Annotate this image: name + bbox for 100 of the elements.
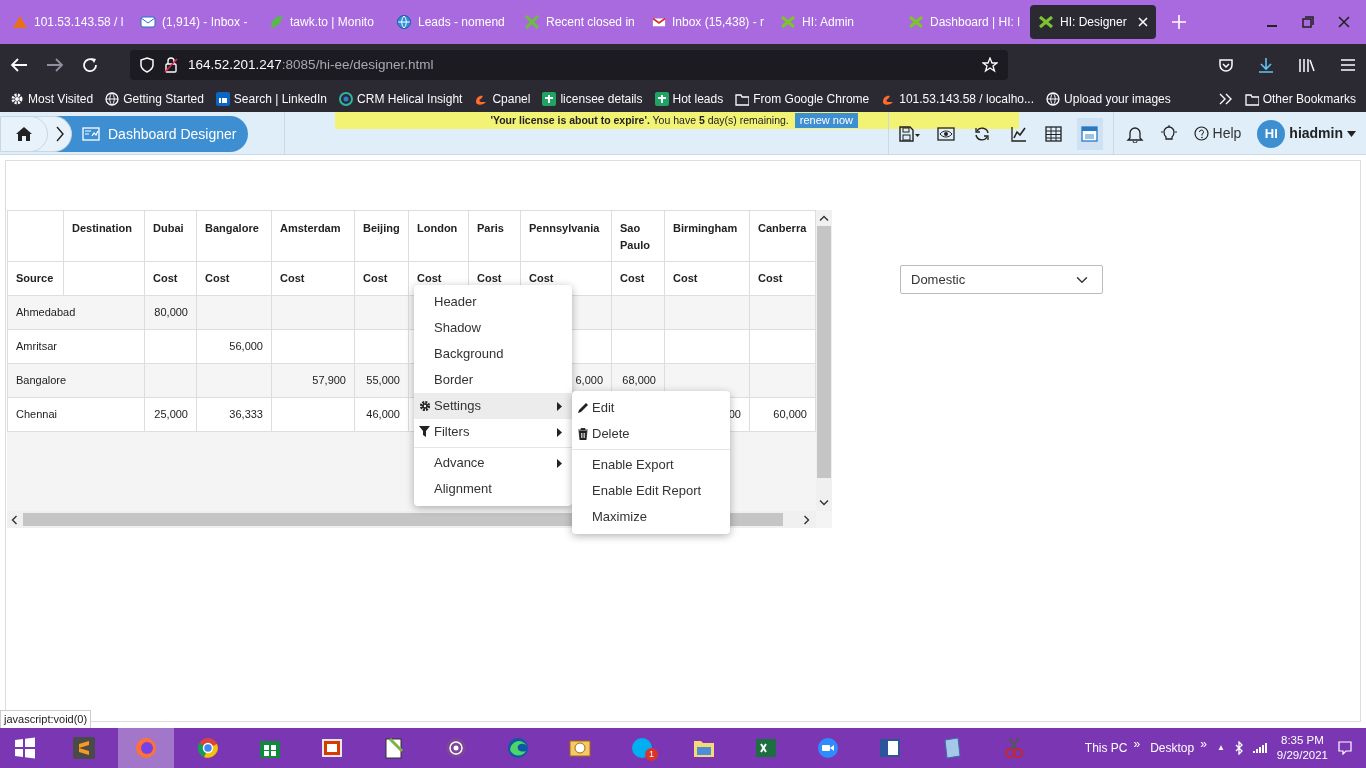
- table-cell: Bangalore: [7, 363, 145, 398]
- plus-icon[interactable]: [1172, 15, 1186, 29]
- license-message: 'Your license is about to expire'. You have 5 day(s) remaining.: [490, 112, 789, 128]
- browser-tab[interactable]: Dashboard | HI: l: [900, 5, 1028, 39]
- taskbar-app[interactable]: 1: [614, 728, 670, 768]
- arrow-left-icon[interactable]: [11, 515, 17, 525]
- plus-icon: [542, 92, 557, 106]
- chart-icon[interactable]: [1009, 125, 1026, 142]
- bookmark[interactable]: CRM Helical Insight: [357, 90, 463, 108]
- plus-icon: [654, 92, 669, 106]
- browser-tab[interactable]: tawk.to | Monito: [260, 5, 388, 39]
- browser-tab[interactable]: Inbox (15,438) - r: [644, 5, 772, 39]
- column-header: Sao Paulo: [611, 210, 665, 262]
- cross-icon: [1038, 14, 1054, 30]
- bookmark[interactable]: Getting Started: [123, 90, 204, 108]
- table-icon[interactable]: [1045, 125, 1063, 142]
- caret-icon: [557, 402, 562, 411]
- signal-icon[interactable]: [1252, 743, 1267, 753]
- layout-icon[interactable]: [1081, 125, 1099, 142]
- arrow-down-icon[interactable]: [819, 500, 829, 506]
- bookmark[interactable]: Search | LinkedIn: [233, 90, 328, 108]
- download-icon[interactable]: [1258, 57, 1274, 73]
- table-cell: 80,000: [144, 295, 197, 330]
- menu-item[interactable]: Advance: [414, 450, 572, 476]
- gear-icon: [419, 400, 431, 412]
- bookmark[interactable]: Hot leads: [672, 90, 724, 108]
- eye-icon[interactable]: [936, 125, 955, 142]
- clock-date[interactable]: 9/29/2021: [1276, 748, 1328, 763]
- menu-item[interactable]: Header: [414, 289, 572, 315]
- pencil-icon: [577, 402, 589, 414]
- clock-time[interactable]: 8:35 PM: [1276, 733, 1328, 748]
- browser-tab[interactable]: HI: Designer: [1030, 5, 1156, 39]
- browser-tab[interactable]: Leads - nomend: [388, 5, 516, 39]
- toolbar-label[interactable]: Desktop: [1150, 739, 1195, 757]
- chevron[interactable]: »: [1200, 735, 1207, 753]
- column-header: Dubai: [144, 210, 197, 262]
- scrollbar[interactable]: [816, 210, 832, 511]
- restore-icon[interactable]: [1302, 16, 1314, 28]
- menu-item[interactable]: Alignment: [414, 476, 572, 502]
- column-header: Amsterdam: [271, 210, 355, 262]
- chevron-icon[interactable]: [55, 126, 65, 142]
- address-bar[interactable]: 164.52.201.247:8085/hi-ee/designer.html: [130, 50, 1008, 80]
- bookmark[interactable]: Most Visited: [28, 90, 94, 108]
- bookmark[interactable]: 101.53.143.58 / localho...: [899, 90, 1035, 108]
- lightbulb-icon[interactable]: [1159, 124, 1178, 143]
- help-link[interactable]: Help: [1212, 123, 1242, 144]
- table-cell: Amritsar: [7, 329, 145, 364]
- bookmark[interactable]: Cpanel: [492, 90, 531, 108]
- reload-icon[interactable]: [82, 57, 98, 73]
- browser-tab[interactable]: Recent closed in: [516, 5, 644, 39]
- arrow-up-icon[interactable]: [819, 215, 829, 221]
- caret-icon[interactable]: [1347, 130, 1356, 137]
- menu-item[interactable]: Background: [414, 341, 572, 367]
- toolbar-label[interactable]: This PC: [1084, 739, 1128, 757]
- menu-item[interactable]: Edit: [572, 395, 730, 421]
- circle-icon: [134, 736, 158, 760]
- bookmark[interactable]: From Google Chrome: [753, 90, 870, 108]
- column-header: Cost: [271, 261, 355, 296]
- arrow-right-icon[interactable]: [804, 515, 810, 525]
- menu-item[interactable]: Maximize: [572, 504, 730, 530]
- menu-item[interactable]: Enable Edit Report: [572, 478, 730, 504]
- table-cell: 36,333: [196, 397, 272, 432]
- table-cell: 55,000: [354, 363, 409, 398]
- refresh-icon[interactable]: [973, 125, 990, 142]
- menu-item[interactable]: Delete: [572, 421, 730, 447]
- tray-caret[interactable]: ▲: [1216, 742, 1225, 754]
- bluetooth-icon[interactable]: [1234, 741, 1243, 755]
- column-header: Paris: [468, 210, 521, 262]
- browser-tab[interactable]: HI: Admin: [772, 5, 900, 39]
- menu-item[interactable]: Shadow: [414, 315, 572, 341]
- cross-icon: [780, 14, 796, 30]
- bookmark[interactable]: Other Bookmarks: [1262, 90, 1356, 108]
- menu-item[interactable]: Settings: [414, 393, 572, 419]
- menu-icon[interactable]: [1340, 58, 1356, 72]
- help-icon[interactable]: [1193, 126, 1209, 141]
- chevron[interactable]: »: [1133, 735, 1141, 753]
- browser-tab[interactable]: 101.53.143.58 / l: [4, 5, 132, 39]
- menu-item[interactable]: Border: [414, 367, 572, 393]
- table-cell: Chennai: [7, 397, 145, 432]
- bookmark[interactable]: Upload your images: [1064, 90, 1171, 108]
- bookmark[interactable]: licensee details: [560, 90, 643, 108]
- notification-icon[interactable]: [1338, 741, 1352, 755]
- menu-item[interactable]: Filters: [414, 419, 572, 445]
- bell-icon[interactable]: [1125, 124, 1144, 143]
- back-icon[interactable]: [10, 57, 28, 73]
- pocket-icon[interactable]: [1218, 57, 1234, 73]
- user-menu[interactable]: hiadmin: [1289, 123, 1343, 144]
- column-header: Cost: [144, 261, 197, 296]
- globe-icon: [339, 92, 354, 106]
- menu-item[interactable]: Enable Export: [572, 452, 730, 478]
- leaf-icon: [268, 14, 284, 30]
- library-icon[interactable]: [1298, 57, 1316, 73]
- home-button[interactable]: [0, 116, 48, 152]
- table-cell: 56,000: [196, 329, 272, 364]
- star-icon[interactable]: [982, 57, 998, 73]
- save-icon[interactable]: [898, 125, 921, 142]
- dashboard-icon: [82, 127, 100, 141]
- forward-icon[interactable]: [46, 57, 64, 73]
- browser-tab[interactable]: (1,914) - Inbox -: [132, 5, 260, 39]
- dropdown[interactable]: Domestic: [900, 265, 1103, 294]
